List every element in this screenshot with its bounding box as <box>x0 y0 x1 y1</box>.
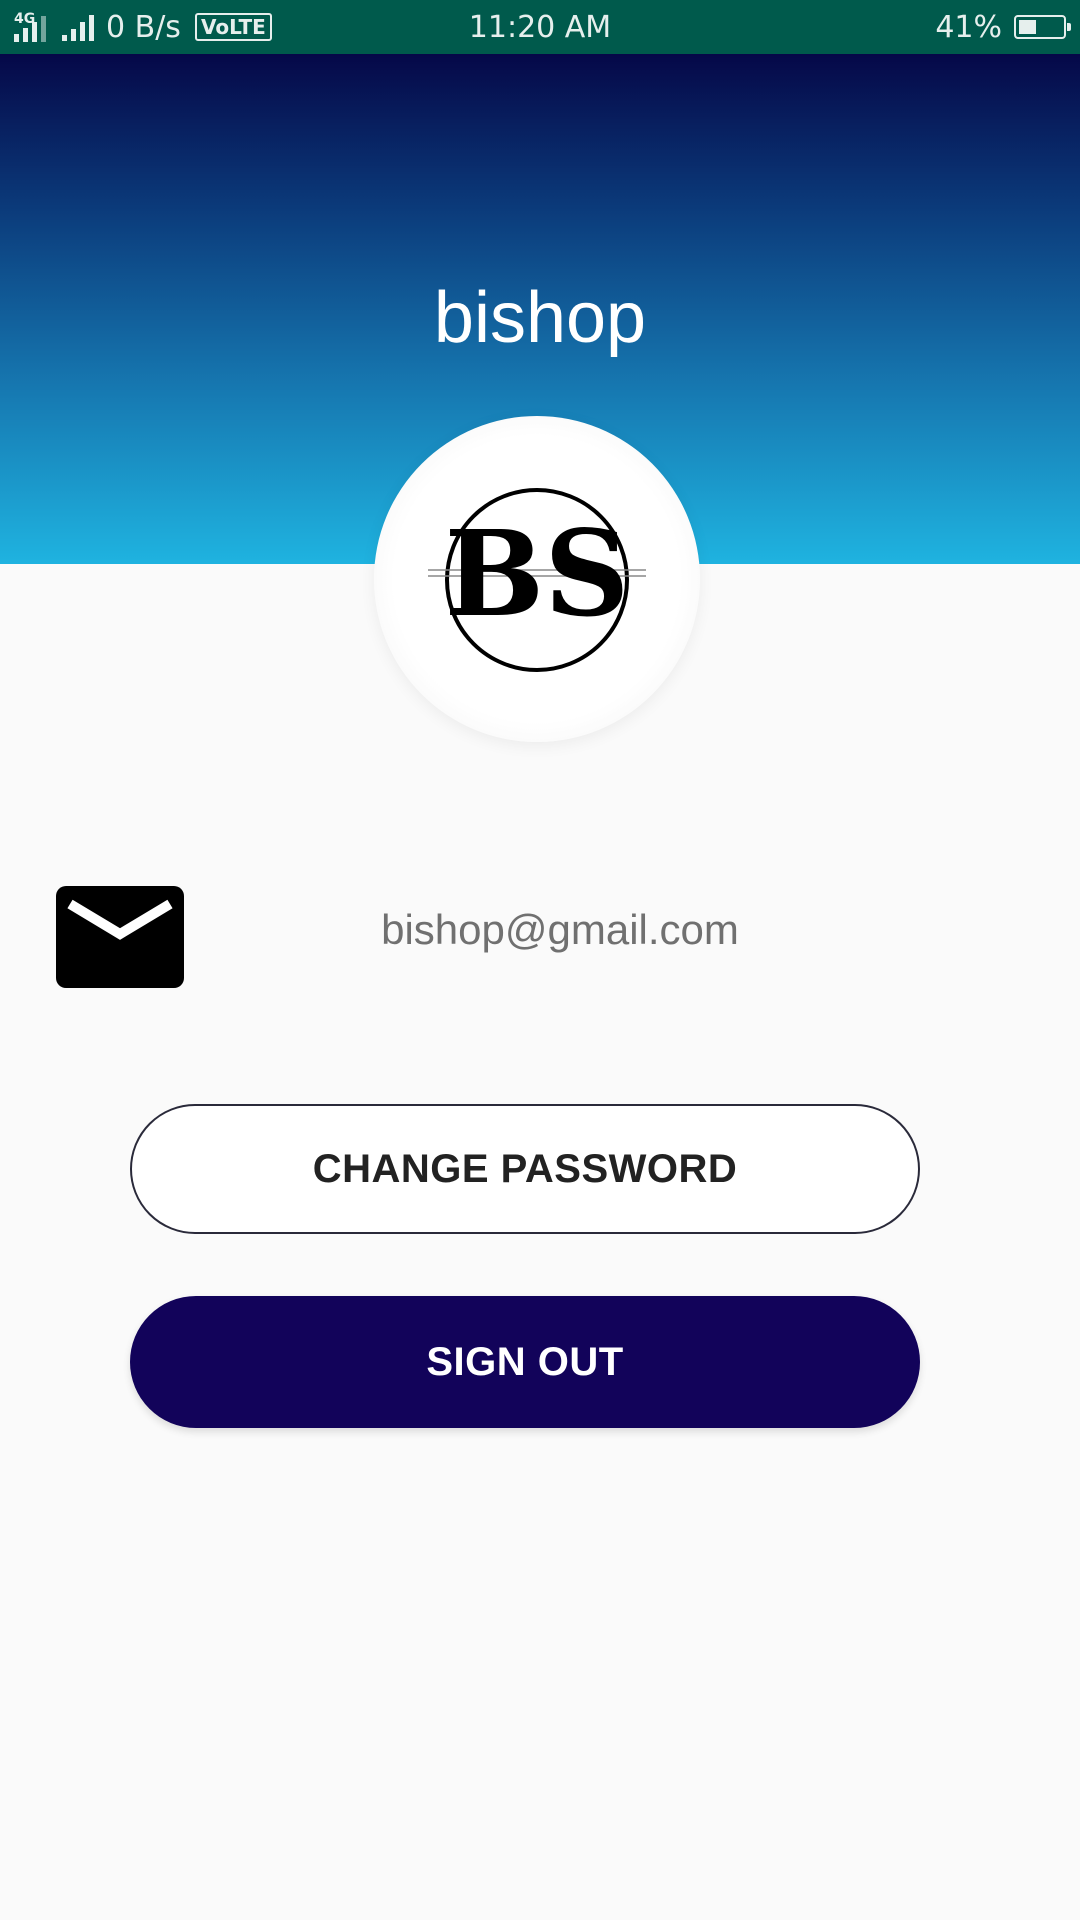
profile-screen: 4G 0 B/s VoLTE 11:20 AM 41% bishop BS bi… <box>0 0 1080 1920</box>
battery-level-fill <box>1019 20 1036 34</box>
bs-monogram-logo: BS <box>428 488 646 672</box>
change-password-button[interactable]: CHANGE PASSWORD <box>130 1104 920 1234</box>
status-bar: 4G 0 B/s VoLTE 11:20 AM 41% <box>0 0 1080 54</box>
sign-out-button[interactable]: SIGN OUT <box>130 1296 920 1428</box>
battery-percent: 41% <box>935 9 1002 45</box>
mail-icon <box>56 886 184 988</box>
battery-icon <box>1014 15 1071 39</box>
user-name: bishop <box>433 278 647 358</box>
avatar-monogram: BS <box>445 504 630 643</box>
email-address: bishop@gmail.com <box>381 906 739 953</box>
status-bar-right: 41% <box>935 0 1071 54</box>
avatar[interactable]: BS <box>374 416 700 742</box>
status-time: 11:20 AM <box>468 10 612 45</box>
